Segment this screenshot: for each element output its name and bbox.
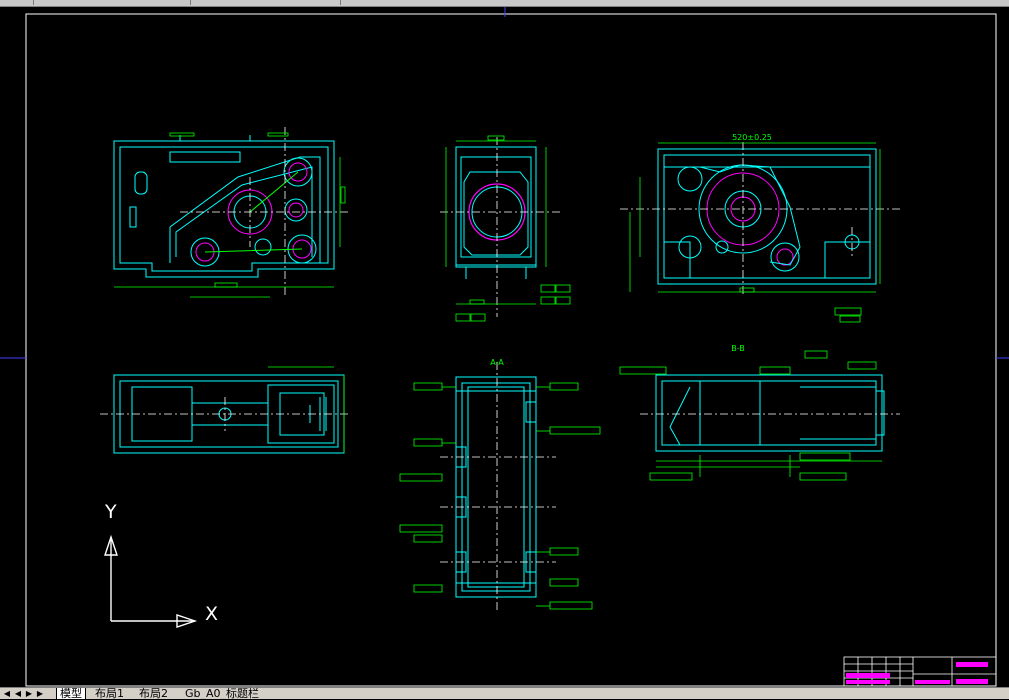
- section-bb-callouts: [619, 350, 882, 481]
- side-view-centerlines: [440, 137, 560, 317]
- section-aa-label: A-A: [490, 358, 504, 367]
- side-view-dims: [445, 135, 571, 322]
- front-view: [113, 135, 335, 278]
- next-tab-button[interactable]: ▶: [24, 689, 34, 698]
- tab-gb-a0-title[interactable]: Gb_A0_标题栏: [182, 688, 262, 700]
- layout-tab-bar: ◀ ◀ ▶ ▶ 模型 布局1 布局2 Gb_A0_标题栏: [0, 687, 1009, 700]
- drawing-frame: [25, 13, 997, 687]
- prev-tab-button[interactable]: ◀: [13, 689, 23, 698]
- top-dim-text: 520±0.25: [732, 133, 772, 142]
- first-tab-button[interactable]: ◀: [2, 689, 12, 698]
- plan-view-centerline: [100, 397, 350, 431]
- top-view-dims: [629, 142, 881, 323]
- top-bar-divider: [33, 0, 34, 5]
- section-aa-callouts: [399, 382, 601, 610]
- top-view-hub: [677, 164, 860, 272]
- tab-model[interactable]: 模型: [56, 688, 86, 700]
- front-view-dims: [114, 132, 346, 298]
- window-top-bar: [0, 0, 1009, 7]
- section-bb: [655, 374, 885, 452]
- top-bar-divider: [190, 0, 191, 5]
- top-view-centerlines: [620, 142, 900, 297]
- ucs-icon: [104, 534, 198, 628]
- section-aa: [455, 376, 537, 598]
- tab-layout1[interactable]: 布局1: [92, 688, 127, 700]
- tab-layout2[interactable]: 布局2: [136, 688, 171, 700]
- section-bb-label: B-B: [731, 344, 745, 353]
- ucs-y-label: Y: [105, 501, 117, 523]
- last-tab-button[interactable]: ▶: [35, 689, 45, 698]
- drawing-canvas[interactable]: 520±0.25 A-A B-B Y X: [0, 7, 1009, 687]
- top-bar-divider: [340, 0, 341, 5]
- cad-drawing: 520±0.25 A-A B-B: [0, 7, 1009, 687]
- plan-view-dims: [268, 366, 345, 453]
- title-block: [843, 656, 997, 687]
- side-view: [455, 146, 537, 279]
- section-aa-centerline: [440, 362, 556, 612]
- top-view: [657, 148, 877, 285]
- ucs-x-label: X: [205, 603, 219, 625]
